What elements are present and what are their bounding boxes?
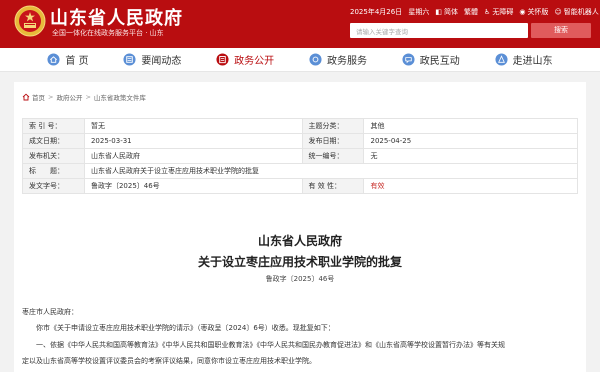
- serial-label: 统一编号：: [302, 149, 364, 164]
- nav-item-service[interactable]: 政务服务: [309, 48, 367, 72]
- document-org: 山东省人民政府: [0, 232, 600, 249]
- simplified-icon: ◧: [435, 8, 442, 16]
- open-government-icon: [216, 53, 229, 66]
- serial-value: 无: [364, 149, 578, 164]
- traditional-link[interactable]: 繁體: [464, 7, 478, 17]
- site-header: 山东省人民政府 全国一体化在线政务服务平台 · 山东 2025年4月26日 星期…: [0, 0, 600, 48]
- docno-value: 鲁政字〔2025〕46号: [84, 179, 302, 194]
- breadcrumb-separator: >: [48, 93, 53, 101]
- topic-label: 主题分类：: [302, 119, 364, 134]
- nav-label: 首 页: [65, 52, 88, 67]
- interaction-icon: [402, 53, 415, 66]
- paragraph-1: 你市《关于申请设立枣庄应用技术职业学院的请示》（枣政呈〔2024〕6号）收悉。现…: [36, 323, 335, 333]
- robot-icon: ☺: [554, 8, 561, 16]
- validity-value: 有效: [364, 179, 578, 194]
- accessible-link[interactable]: ♿无障碍: [484, 7, 513, 17]
- date-value: 2025-03-31: [84, 134, 302, 149]
- nav-label: 要闻动态: [141, 52, 181, 67]
- nav-item-home[interactable]: 首 页: [47, 48, 88, 72]
- paragraph-2: 一、依据《中华人民共和国高等教育法》《中华人民共和国职业教育法》《中华人民共和国…: [36, 340, 505, 350]
- news-icon: [123, 53, 136, 66]
- table-row: 发布机关： 山东省人民政府 统一编号： 无: [23, 149, 578, 164]
- robot-link[interactable]: ☺智能机器人: [554, 7, 598, 17]
- simplified-link[interactable]: ◧简体: [435, 7, 458, 17]
- nav-item-news[interactable]: 要闻动态: [123, 48, 181, 72]
- title-value: 山东省人民政府关于设立枣庄应用技术职业学院的批复: [84, 164, 577, 179]
- breadcrumb-policy-library[interactable]: 山东省政策文件库: [94, 92, 146, 102]
- table-row: 成文日期： 2025-03-31 发布日期： 2025-04-25: [23, 134, 578, 149]
- publish-date-label: 发布日期：: [302, 134, 364, 149]
- nav-item-open-government[interactable]: 政务公开: [216, 48, 274, 72]
- breadcrumb: 首页 > 政府公开 > 山东省政策文件库: [22, 92, 146, 102]
- main-nav: 首 页 要闻动态 政务公开 政务服务 政民互动 走进山东: [0, 48, 600, 72]
- home-icon: [22, 93, 30, 101]
- nav-item-explore[interactable]: 走进山东: [495, 48, 553, 72]
- nav-label: 政民互动: [420, 52, 460, 67]
- date-label: 成文日期：: [23, 134, 85, 149]
- table-row: 发文字号： 鲁政字〔2025〕46号 有 效 性： 有效: [23, 179, 578, 194]
- validity-label: 有 效 性：: [302, 179, 364, 194]
- salutation: 枣庄市人民政府：: [22, 307, 78, 317]
- top-links: 2025年4月26日 星期六 ◧简体 繁體 ♿无障碍 ◉关怀版 ☺智能机器人 ●…: [350, 7, 600, 17]
- nav-label: 政务服务: [327, 52, 367, 67]
- breadcrumb-open-government[interactable]: 政府公开: [56, 92, 82, 102]
- home-icon: [47, 53, 60, 66]
- document-info-table: 索 引 号： 暂无 主题分类： 其他 成文日期： 2025-03-31 发布日期…: [22, 118, 578, 194]
- date-text: 2025年4月26日 星期六: [350, 7, 429, 17]
- issuer-value: 山东省人民政府: [84, 149, 302, 164]
- breadcrumb-separator: >: [85, 93, 90, 101]
- docno-label: 发文字号：: [23, 179, 85, 194]
- search-button[interactable]: 搜索: [531, 23, 591, 38]
- accessibility-icon: ♿: [484, 8, 490, 16]
- index-value: 暂无: [84, 119, 302, 134]
- title-label: 标 题：: [23, 164, 85, 179]
- care-version-link[interactable]: ◉关怀版: [519, 7, 548, 17]
- nav-item-interaction[interactable]: 政民互动: [402, 48, 460, 72]
- national-emblem-icon[interactable]: [14, 5, 46, 37]
- nav-label: 政务公开: [234, 52, 274, 67]
- table-row: 索 引 号： 暂无 主题分类： 其他: [23, 119, 578, 134]
- paragraph-3: 定以及山东省高等学校设置评议委员会的考察评议结果，同意你市设立枣庄应用技术职业学…: [22, 356, 316, 366]
- breadcrumb-home[interactable]: 首页: [32, 92, 45, 102]
- search-placeholder: 请输入关键字查询: [356, 26, 408, 36]
- site-title[interactable]: 山东省人民政府: [50, 4, 183, 30]
- site-subtitle: 全国一体化在线政务服务平台 · 山东: [52, 28, 164, 38]
- document-number: 鲁政字〔2025〕46号: [0, 274, 600, 284]
- search-input[interactable]: 请输入关键字查询: [350, 23, 528, 38]
- document-title: 关于设立枣庄应用技术职业学院的批复: [0, 253, 600, 270]
- publish-date-value: 2025-04-25: [364, 134, 578, 149]
- nav-label: 走进山东: [513, 52, 553, 67]
- issuer-label: 发布机关：: [23, 149, 85, 164]
- explore-icon: [495, 53, 508, 66]
- topic-value: 其他: [364, 119, 578, 134]
- table-row: 标 题： 山东省人民政府关于设立枣庄应用技术职业学院的批复: [23, 164, 578, 179]
- care-icon: ◉: [519, 8, 525, 16]
- service-icon: [309, 53, 322, 66]
- index-label: 索 引 号：: [23, 119, 85, 134]
